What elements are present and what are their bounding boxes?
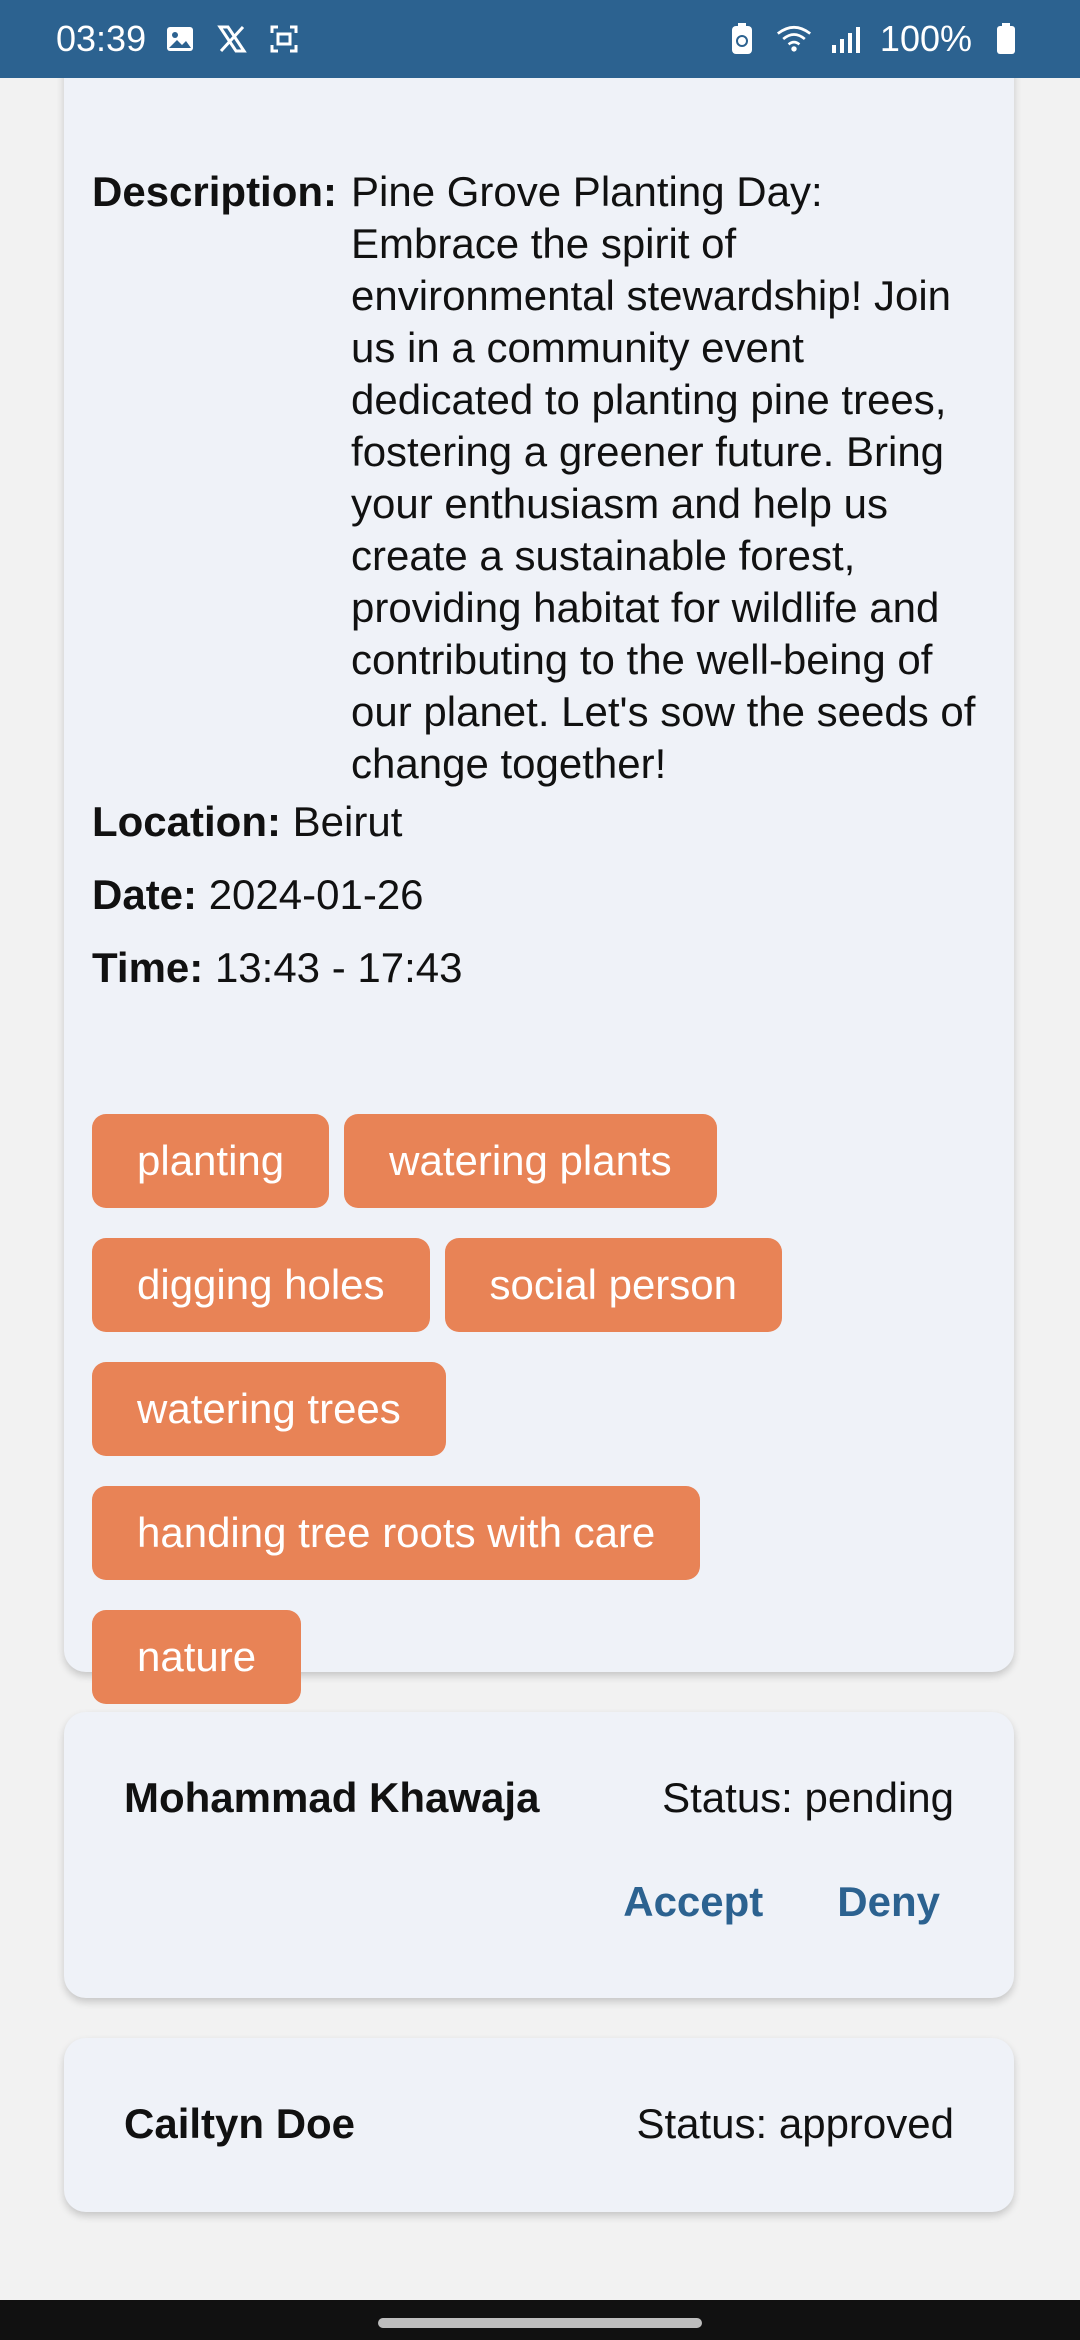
accept-button[interactable]: Accept (623, 1878, 763, 1926)
applicant-card: Mohammad Khawaja Status: pending Accept … (64, 1712, 1014, 1998)
description-label: Description: (92, 168, 338, 215)
description-text: Pine Grove Planting Day: Embrace the spi… (351, 168, 976, 787)
tag-chip: social person (444, 1238, 782, 1332)
location-value: Beirut (292, 798, 403, 845)
status-left: 03:39 (56, 18, 302, 60)
date-value: 2024-01-26 (208, 871, 424, 918)
x-logo-icon (214, 21, 250, 57)
applicant-status: Status: pending (662, 1774, 954, 1821)
time-label: Time: (92, 944, 204, 991)
clock: 03:39 (56, 18, 147, 59)
status-bar: 03:39 100% (0, 0, 1080, 78)
location-row: Location: Beirut (92, 796, 402, 848)
battery-icon (988, 21, 1024, 57)
wifi-icon (776, 21, 812, 57)
battery-percentage: 100% (879, 18, 972, 59)
content-scroll[interactable]: Description: Pine Grove Planting Day: Em… (0, 78, 1080, 2300)
date-row: Date: 2024-01-26 (92, 869, 424, 921)
tag-chip: nature (92, 1610, 302, 1704)
applicant-name: Mohammad Khawaja (124, 1774, 540, 1821)
screenshot-icon (266, 21, 302, 57)
applicant-status: Status: approved (636, 2100, 954, 2147)
description-row: Description: Pine Grove Planting Day: Em… (92, 166, 992, 790)
time-row: Time: 13:43 - 17:43 (92, 942, 462, 994)
applicant-card: Cailtyn Doe Status: approved (64, 2038, 1014, 2212)
status-right: 100% (724, 18, 1024, 60)
tag-chip: handing tree roots with care (92, 1486, 701, 1580)
navigation-bar (0, 2300, 1080, 2340)
tag-chip: digging holes (92, 1238, 430, 1332)
skill-tags: planting watering plants digging holes s… (92, 1114, 952, 1704)
location-label: Location: (92, 798, 281, 845)
time-value: 13:43 - 17:43 (214, 944, 463, 991)
date-label: Date: (92, 871, 198, 918)
image-icon (162, 21, 198, 57)
tag-chip: watering trees (92, 1362, 446, 1456)
applicant-actions: Accept Deny (623, 1878, 940, 1926)
applicant-name: Cailtyn Doe (124, 2100, 356, 2147)
battery-saver-icon (724, 21, 760, 57)
tag-chip: watering plants (344, 1114, 717, 1208)
event-details-card: Description: Pine Grove Planting Day: Em… (64, 78, 1014, 1704)
home-gesture-handle[interactable] (378, 2318, 702, 2328)
signal-icon (828, 21, 864, 57)
tag-chip: planting (92, 1114, 330, 1208)
deny-button[interactable]: Deny (837, 1878, 940, 1926)
